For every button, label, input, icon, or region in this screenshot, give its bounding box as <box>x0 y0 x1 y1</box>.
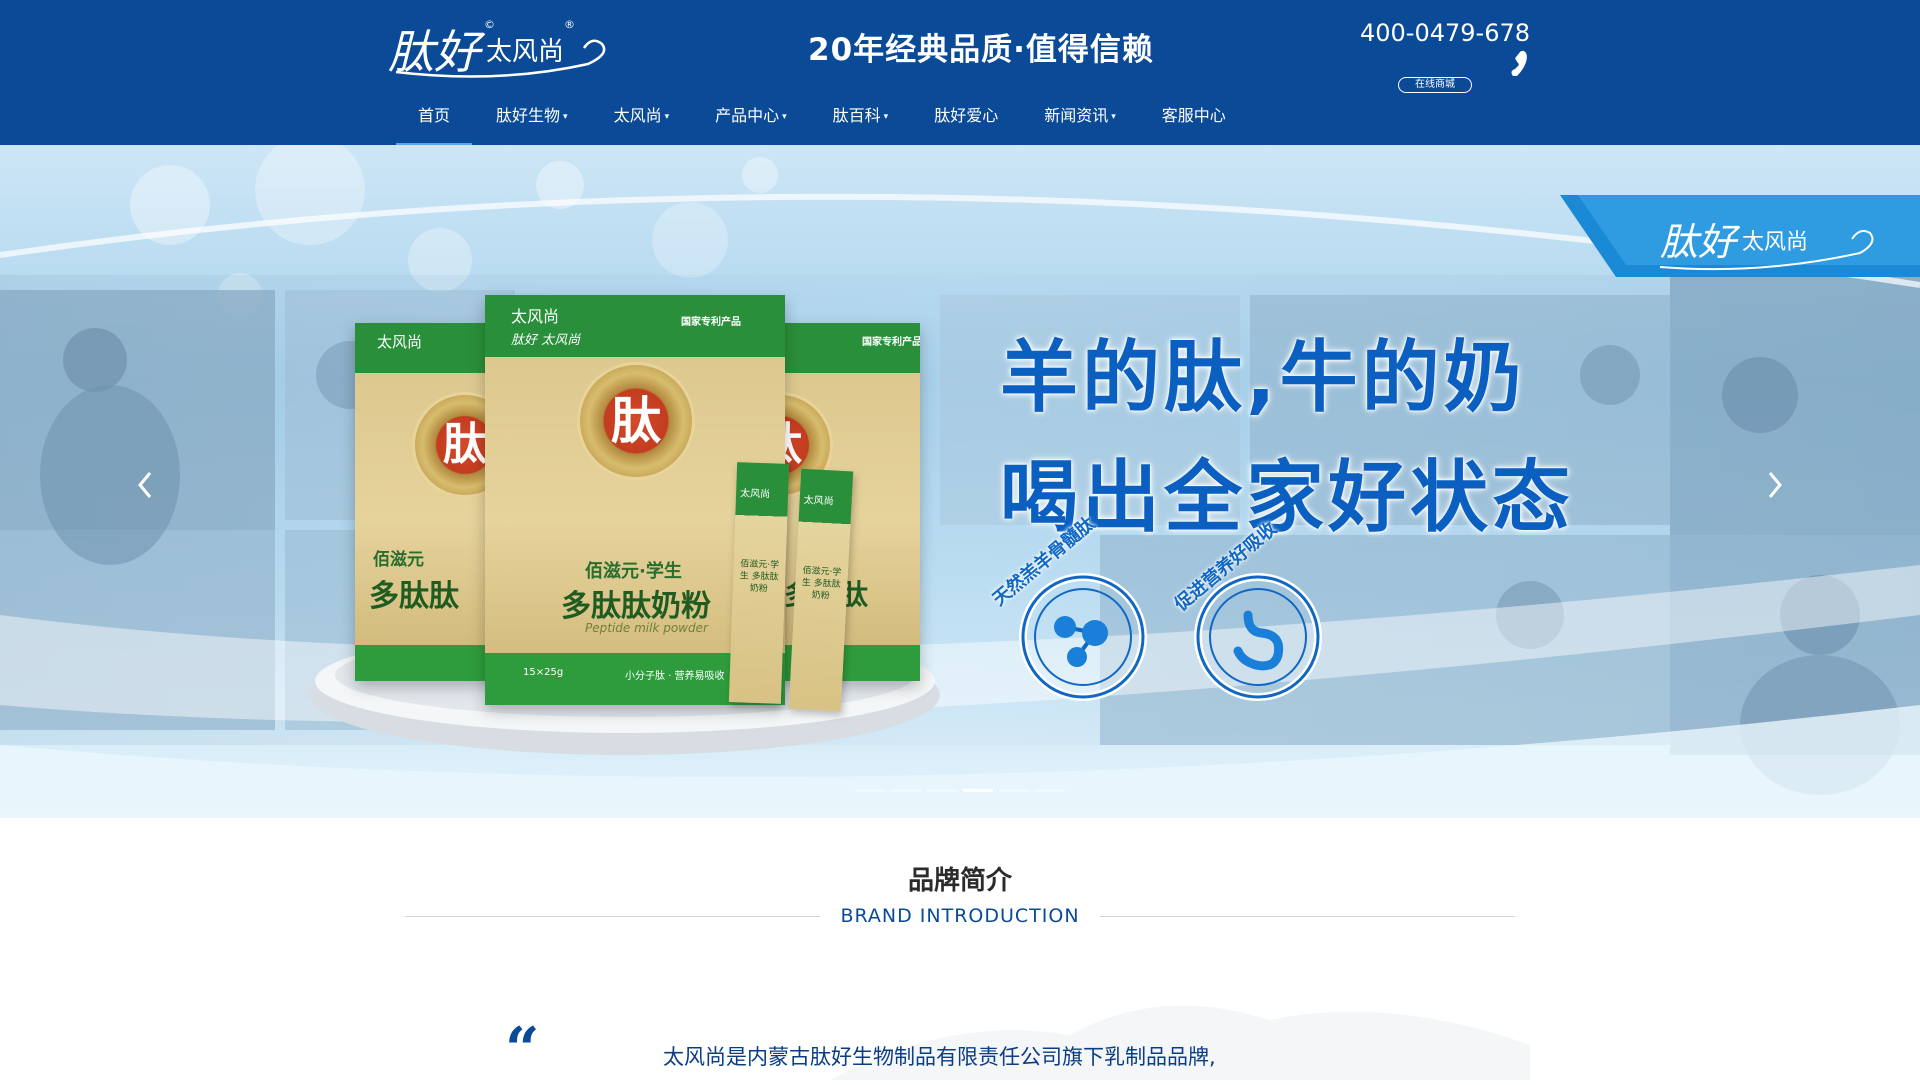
carousel-dot-6[interactable] <box>1035 789 1065 792</box>
brand-intro-text: 太风尚是内蒙古肽好生物制品有限责任公司旗下乳制品品牌, <box>663 1045 1216 1069</box>
nav-item-charity[interactable]: 肽好爱心 <box>934 101 998 131</box>
caret-down-icon: ▾ <box>883 112 889 122</box>
nav-item-products[interactable]: 产品中心 ▾ <box>715 101 787 132</box>
logo-main-text: 肽好 <box>388 25 486 79</box>
svg-text:©: © <box>484 18 495 31</box>
phone-icon <box>1511 50 1527 76</box>
carousel-dot-1[interactable] <box>855 789 885 792</box>
nav-item-service[interactable]: 客服中心 <box>1162 101 1226 131</box>
nav-item-taihao-bio[interactable]: 肽好生物 ▾ <box>496 101 568 132</box>
carousel-dot-3[interactable] <box>927 789 957 792</box>
site-header: 肽好 太风尚 © ® 20年经典品质·值得信赖 400-0479-678 在线商… <box>0 0 1920 146</box>
quote-icon: “ <box>505 1015 540 1085</box>
carousel-prev-arrow-icon[interactable] <box>130 465 160 505</box>
caret-down-icon: ▾ <box>563 112 568 122</box>
main-nav: 首页 肽好生物 ▾ 太风尚 ▾ 产品中心 ▾ 肽百科 ▾ 肽好爱心 新闻资讯 ▾ 客服中心 <box>395 101 1272 146</box>
section-title: 品牌简介 <box>907 866 1012 896</box>
carousel-dot-5[interactable] <box>999 789 1029 792</box>
caret-down-icon: ▾ <box>782 112 787 122</box>
caret-down-icon: ▾ <box>664 112 670 122</box>
title-divider-right <box>1100 916 1515 917</box>
svg-text:®: ® <box>564 18 575 31</box>
carousel-dot-2[interactable] <box>891 789 921 792</box>
nav-item-home[interactable]: 首页 <box>395 101 473 146</box>
product-stick-front: 太风尚 佰滋元·学生 多肽肽奶粉 <box>728 462 790 704</box>
section-subtitle: BRAND INTRODUCTION <box>840 905 1080 927</box>
caret-down-icon: ▾ <box>1111 112 1116 122</box>
svg-text:太风尚: 太风尚 <box>1742 230 1808 255</box>
brand-logo[interactable]: 肽好 太风尚 © ® <box>388 14 618 80</box>
nav-item-news[interactable]: 新闻资讯 ▾ <box>1044 101 1116 132</box>
carousel-indicators <box>855 789 1071 792</box>
online-shop-button[interactable]: 在线商城 <box>1398 77 1472 93</box>
hero-banner[interactable]: 肽好 太风尚 太风尚 肽 佰滋元 多肽肽 国家专利产品 肽 多肽肽 太风尚 肽好… <box>0 145 1920 818</box>
product-box-left: 太风尚 肽 佰滋元 多肽肽 <box>355 323 505 681</box>
carousel-dot-4[interactable] <box>963 789 993 792</box>
header-slogan: 20年经典品质·值得信赖 <box>808 32 1154 68</box>
logo-sub-text: 太风尚 <box>486 37 564 67</box>
carousel-next-arrow-icon[interactable] <box>1760 465 1790 505</box>
nav-item-encyclopedia[interactable]: 肽百科 ▾ <box>833 101 889 132</box>
banner-headline-line1: 羊的肽,牛的奶 <box>1000 333 1526 423</box>
banner-brand-logo: 肽好 太风尚 <box>1560 195 1920 277</box>
hotline-number: 400-0479-678 <box>1360 19 1531 47</box>
svg-text:肽好: 肽好 <box>1660 220 1741 264</box>
title-divider-left <box>405 916 820 917</box>
nav-item-taifengshang[interactable]: 太风尚 ▾ <box>614 101 670 132</box>
